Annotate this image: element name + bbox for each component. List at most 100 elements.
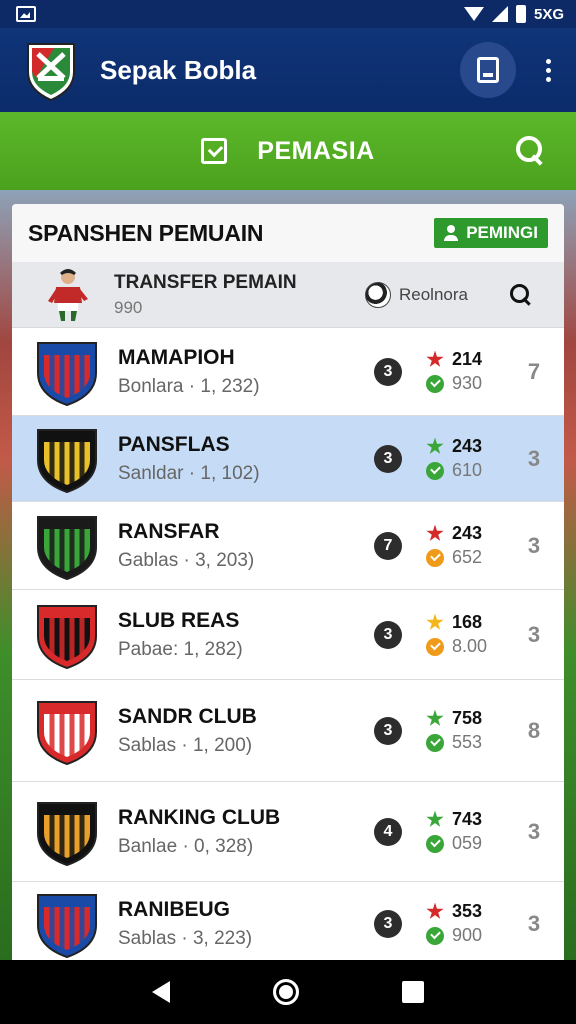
club-crest-icon [34, 600, 100, 670]
document-button[interactable] [460, 42, 516, 98]
stat-top: 168 [452, 612, 483, 632]
transfer-header[interactable]: TRANSFER PEMAIN 990 Reolnora [12, 262, 564, 328]
transfer-count: 990 [114, 297, 143, 317]
back-icon[interactable] [151, 981, 170, 1003]
tab-bar: PEMASIA [0, 112, 576, 190]
pemingi-button[interactable]: PEMINGI [434, 218, 548, 248]
stat-bottom: 553 [452, 732, 483, 752]
club-row[interactable]: PANSFLAS Sanldar · 1, 102) 3 243 610 3 [12, 416, 564, 502]
app-bar: Sepak Bobla [0, 28, 576, 112]
club-subtitle: Banlae · 0, 328) [118, 835, 254, 857]
club-name: MAMAPIOH [118, 345, 235, 369]
club-crest-icon [34, 511, 100, 581]
standings-card: SPANSHEN PEMUAIN PEMINGI TRANSFER PEMAIN… [12, 204, 564, 964]
recent-apps-icon[interactable] [402, 981, 425, 1003]
club-subtitle: Pabae: 1, 282) [118, 638, 243, 660]
club-crest-icon [34, 696, 100, 766]
card-title: SPANSHEN PEMUAIN [28, 219, 264, 246]
row-number: 3 [527, 532, 541, 558]
rank-badge: 4 [374, 817, 402, 846]
pemingi-button-label: PEMINGI [466, 223, 538, 242]
player-icon [46, 267, 90, 323]
navigation-bar [0, 960, 576, 1024]
club-subtitle: Bonlara · 1, 232) [118, 375, 260, 397]
star-icon [426, 902, 444, 919]
club-subtitle: Sanldar · 1, 102) [118, 462, 260, 484]
club-row[interactable]: RANSFAR Gablas · 3, 203) 7 243 652 3 [12, 502, 564, 590]
tab-title[interactable]: PEMASIA [257, 137, 374, 166]
row-number: 7 [527, 358, 541, 384]
signal-icon [491, 6, 508, 22]
home-icon[interactable] [272, 979, 299, 1005]
battery-icon [515, 5, 526, 23]
image-notification-icon [16, 6, 36, 22]
club-row[interactable]: RANIBEUG Sablas · 3, 223) 3 353 900 3 [12, 882, 564, 964]
rank-badge: 3 [374, 716, 402, 745]
wifi-icon [463, 7, 484, 21]
check-icon [426, 834, 444, 853]
check-icon [426, 733, 444, 752]
more-options-icon[interactable] [536, 58, 560, 82]
stat-bottom: 900 [452, 925, 483, 945]
star-icon [426, 524, 444, 541]
row-number: 3 [527, 818, 541, 844]
stat-top: 214 [452, 349, 483, 369]
club-name: PANSFLAS [118, 432, 230, 456]
rank-badge: 3 [374, 909, 402, 938]
star-icon [426, 437, 444, 454]
edit-checkbox-icon[interactable] [201, 138, 228, 164]
search-icon[interactable] [510, 283, 532, 306]
star-icon [426, 350, 444, 367]
document-icon [477, 57, 499, 83]
club-crest-icon [34, 797, 100, 867]
network-label: 5XG [533, 5, 564, 23]
club-subtitle: Gablas · 3, 203) [118, 549, 255, 571]
club-name: RANKING CLUB [118, 805, 281, 829]
stat-top: 758 [452, 708, 483, 728]
club-row[interactable]: RANKING CLUB Banlae · 0, 328) 4 743 059 … [12, 782, 564, 882]
search-icon[interactable] [514, 134, 546, 166]
club-name: SLUB REAS [118, 608, 240, 632]
stat-top: 353 [452, 901, 483, 921]
check-icon [426, 926, 444, 945]
check-icon [426, 461, 444, 480]
club-crest-icon [34, 337, 100, 407]
stat-top: 243 [452, 523, 483, 543]
app-title: Sepak Bobla [100, 54, 257, 85]
rank-badge: 7 [374, 531, 402, 560]
check-icon [426, 548, 444, 567]
check-icon [426, 637, 444, 656]
row-number: 3 [527, 910, 541, 936]
stat-bottom: 610 [452, 460, 483, 480]
row-number: 3 [527, 445, 541, 471]
ball-label: Reolnora [399, 284, 468, 304]
check-icon [426, 374, 444, 393]
club-row[interactable]: SANDR CLUB Sablas · 1, 200) 3 758 553 8 [12, 680, 564, 782]
stat-bottom: 652 [452, 547, 483, 567]
stat-bottom: 8.00 [452, 636, 488, 656]
rank-badge: 3 [374, 444, 402, 473]
club-row[interactable]: SLUB REAS Pabae: 1, 282) 3 168 8.00 3 [12, 590, 564, 680]
club-crest-icon [34, 889, 100, 959]
rank-badge: 3 [374, 620, 402, 649]
status-bar: 5XG [0, 0, 576, 28]
person-icon [444, 225, 459, 241]
stat-bottom: 930 [452, 373, 483, 393]
rank-badge: 3 [374, 357, 402, 386]
stat-bottom: 059 [452, 833, 483, 853]
star-icon [426, 613, 444, 630]
stat-top: 743 [452, 809, 483, 829]
football-icon [365, 281, 391, 308]
club-name: SANDR CLUB [118, 704, 257, 728]
row-number: 8 [527, 717, 541, 743]
club-name: RANSFAR [118, 519, 220, 543]
club-subtitle: Sablas · 3, 223) [118, 927, 253, 949]
stat-top: 243 [452, 436, 483, 456]
star-icon [426, 810, 444, 827]
row-number: 3 [527, 621, 541, 647]
club-subtitle: Sablas · 1, 200) [118, 734, 253, 756]
star-icon [426, 709, 444, 726]
club-crest-icon [34, 424, 100, 494]
club-row[interactable]: MAMAPIOH Bonlara · 1, 232) 3 214 930 7 [12, 328, 564, 416]
transfer-title: TRANSFER PEMAIN [114, 271, 297, 293]
